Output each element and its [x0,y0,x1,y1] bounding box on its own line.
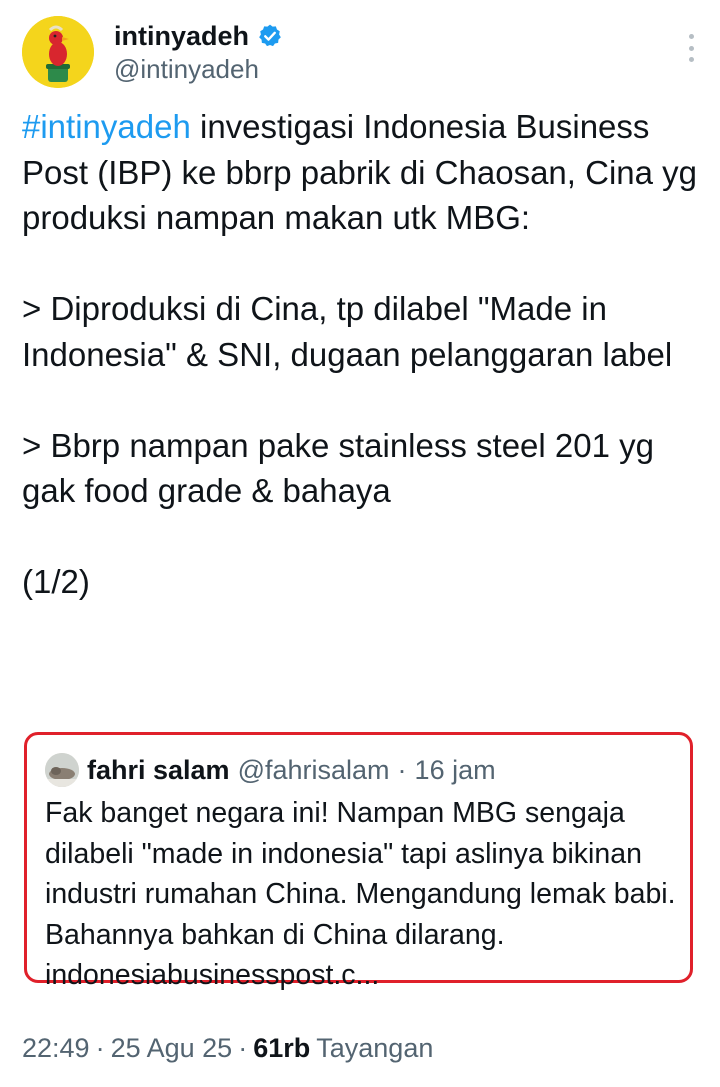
tweet-paragraph-intro: #intinyadeh investigasi Indonesia Busine… [22,104,702,241]
views-count[interactable]: 61rb [253,1033,310,1064]
tweet-detail: intinyadeh @intinyadeh #intinyadeh inves… [0,0,720,1087]
author-name-row[interactable]: intinyadeh [114,16,283,56]
hashtag-link[interactable]: #intinyadeh [22,108,191,145]
quoted-display-name[interactable]: fahri salam [87,755,230,786]
quoted-separator: · [397,754,407,785]
post-time[interactable]: 22:49 [22,1033,90,1064]
author-handle[interactable]: @intinyadeh [114,54,259,85]
tweet-bullet-2: > Bbrp nampan pake stainless steel 201 y… [22,426,654,510]
quoted-handle[interactable]: @fahrisalam [238,755,390,786]
quoted-tweet-text: Fak banget negara ini! Nampan MBG sengaj… [45,797,676,991]
quoted-tweet-header: fahri salam @fahrisalam · 16 jam [45,753,496,787]
quoted-tweet-card[interactable]: fahri salam @fahrisalam · 16 jam Fak ban… [24,732,693,991]
more-options-icon[interactable] [686,34,696,62]
views-label: Tayangan [316,1032,434,1063]
quoted-avatar[interactable] [45,753,79,787]
verified-badge-icon [259,24,281,47]
tweet-text: #intinyadeh investigasi Indonesia Busine… [22,104,702,605]
tweet-meta: 22:49 · 25 Agu 25 · 61rb Tayangan [22,1028,433,1068]
thread-marker: (1/2) [22,563,90,600]
meta-separator: · [95,1032,105,1063]
tweet-bullet-1: > Diproduksi di Cina, tp dilabel "Made i… [22,290,673,373]
cat-photo-avatar-icon [45,753,79,787]
quoted-timestamp: 16 jam [414,754,496,785]
duck-toy-avatar-icon [22,16,94,88]
post-date[interactable]: 25 Agu 25 [111,1033,233,1064]
avatar[interactable] [22,16,94,88]
meta-separator: · [238,1032,248,1063]
display-name[interactable]: intinyadeh [114,21,249,52]
